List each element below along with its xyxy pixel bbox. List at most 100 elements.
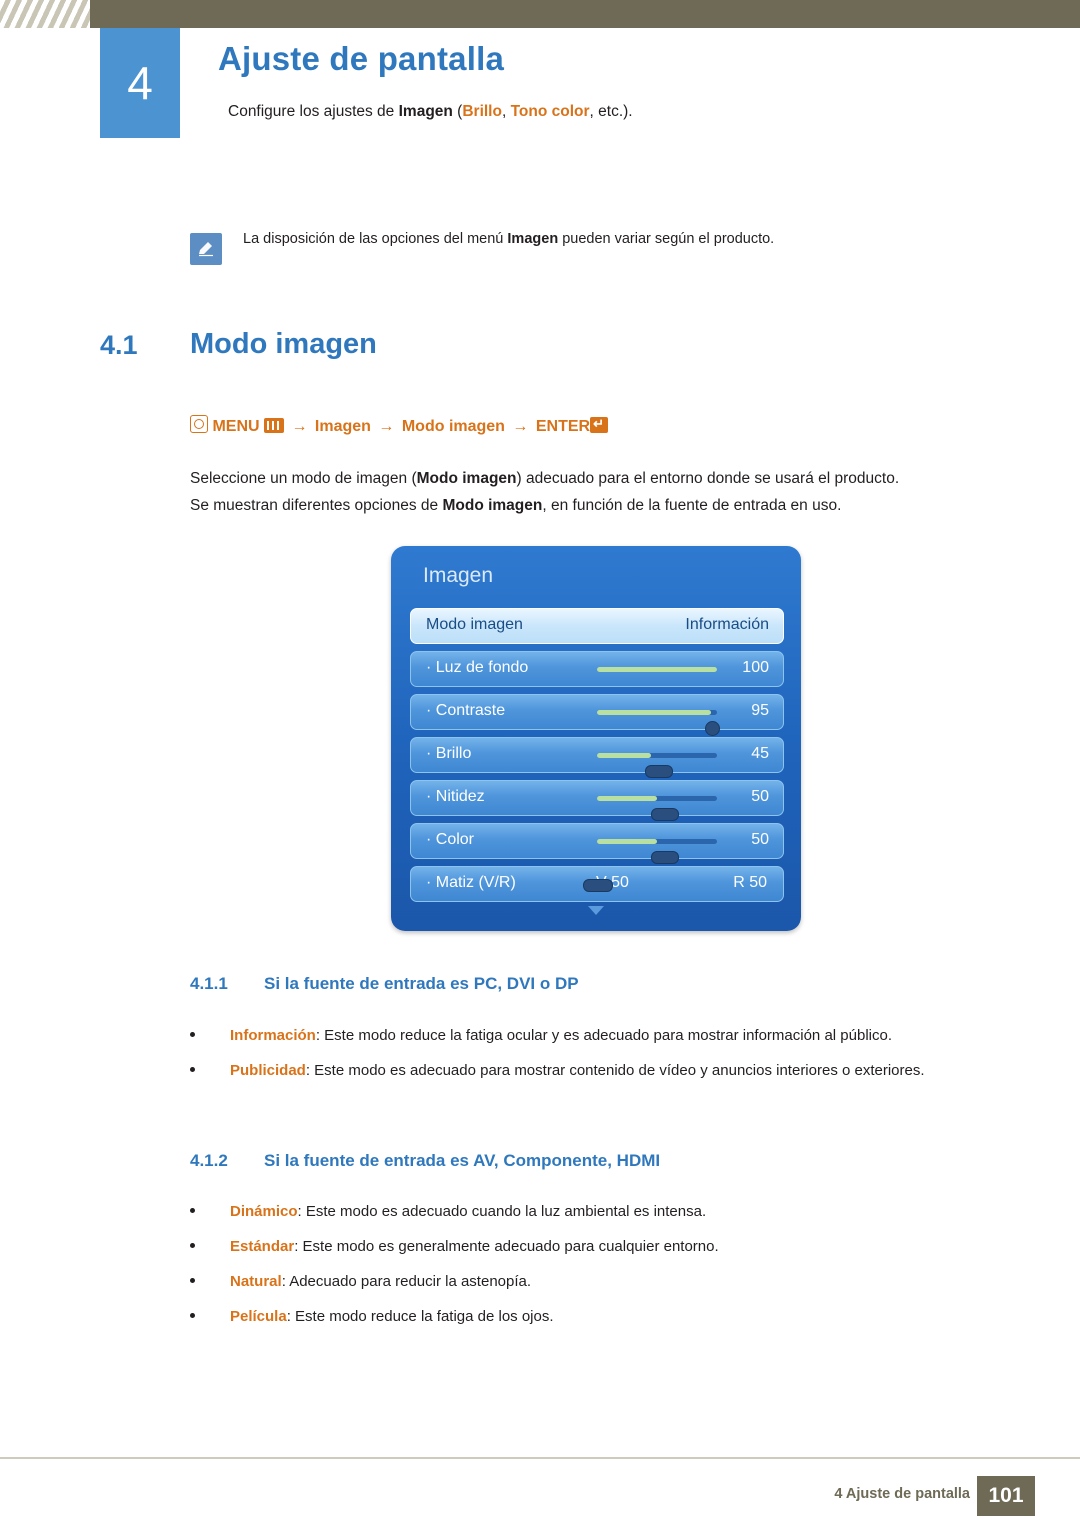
osd-label-luz-de-fondo: · Luz de fondo	[426, 659, 529, 676]
chapter-sub-bold-brillo: Brillo	[462, 103, 502, 120]
osd-slider-knob[interactable]	[705, 721, 720, 736]
section-number: 4.1	[100, 330, 138, 360]
osd-value-luz-de-fondo: 100	[742, 659, 769, 676]
osd-row-contraste[interactable]: · Contraste 95	[410, 694, 784, 736]
osd-slider-knob[interactable]	[651, 808, 679, 821]
osd-value-brillo: 45	[751, 745, 769, 762]
subsection-4-1-2-title: Si la fuente de entrada es AV, Component…	[264, 1151, 661, 1170]
bullet-text: Información: Este modo reduce la fatiga …	[230, 1024, 1020, 1048]
note-text-pre: La disposición de las opciones del menú	[243, 231, 508, 247]
osd-row-modo-imagen[interactable]: Modo imagen Información	[410, 608, 784, 644]
osd-slider-knob[interactable]	[645, 765, 673, 778]
osd-slider-knob[interactable]	[651, 851, 679, 864]
bullet-term: Natural	[230, 1273, 282, 1290]
bullet-dot	[190, 1278, 195, 1283]
bullet-dot	[190, 1313, 195, 1318]
list-item: Publicidad: Este modo es adecuado para m…	[190, 1059, 1020, 1083]
header-band	[0, 0, 1080, 28]
menu-path-breadcrumb: MENU → Imagen → Modo imagen → ENTER	[190, 415, 890, 443]
note-text: La disposición de las opciones del menú …	[243, 231, 943, 247]
subsection-4-1-1-heading: 4.1.1 Si la fuente de entrada es PC, DVI …	[190, 974, 579, 994]
bullet-dot	[190, 1032, 195, 1037]
note-text-bold: Imagen	[507, 231, 559, 247]
intro-paragraph-2: Se muestran diferentes opciones de Modo …	[190, 493, 1020, 518]
osd-value-modo-imagen: Información	[685, 616, 769, 633]
p2-pre: Se muestran diferentes opciones de	[190, 497, 443, 514]
bullet-body: : Este modo es adecuado cuando la luz am…	[297, 1203, 707, 1220]
list-item: Película: Este modo reduce la fatiga de …	[190, 1305, 1020, 1329]
menu-path-menu-label: MENU	[212, 418, 260, 435]
menu-button-icon	[190, 415, 208, 433]
osd-label-contraste: · Contraste	[426, 702, 506, 719]
enter-key-icon	[590, 416, 609, 433]
section-title: Modo imagen	[190, 328, 377, 360]
bullet-term: Publicidad	[230, 1062, 306, 1079]
p1-bold: Modo imagen	[416, 470, 517, 487]
chapter-sub-bold-tonocolor: Tono color	[510, 103, 590, 120]
subsection-4-1-2-heading: 4.1.2 Si la fuente de entrada es AV, Comp…	[190, 1151, 660, 1171]
osd-scroll-down-arrow-icon[interactable]	[588, 906, 604, 915]
menu-path-arrow-1: →	[291, 418, 308, 435]
bullet-dot	[190, 1208, 195, 1213]
bullet-term: Película	[230, 1308, 287, 1325]
bullet-dot	[190, 1243, 195, 1248]
osd-label-nitidez: · Nitidez	[426, 788, 485, 805]
osd-value-nitidez: 50	[751, 788, 769, 805]
note-pencil-icon	[190, 233, 222, 265]
osd-matiz-knob[interactable]	[583, 879, 613, 892]
osd-slider-brillo[interactable]	[597, 753, 717, 778]
list-item: Información: Este modo reduce la fatiga …	[190, 1024, 1020, 1048]
menu-path-enter-label: ENTER	[535, 418, 591, 435]
osd-label-brillo: · Brillo	[426, 745, 472, 762]
osd-slider-contraste[interactable]	[597, 710, 720, 736]
p2-bold: Modo imagen	[442, 497, 543, 514]
chapter-number-box: 4	[100, 28, 180, 138]
osd-slider-fill	[597, 839, 657, 844]
osd-slider-color[interactable]	[597, 839, 717, 864]
p1-pre: Seleccione un modo de imagen (	[190, 470, 417, 487]
header-hatch-decoration	[0, 0, 90, 28]
menu-path-arrow-3: →	[512, 418, 529, 435]
menu-path-item-modo-imagen: Modo imagen	[401, 418, 505, 435]
bullet-dot	[190, 1067, 195, 1072]
chapter-sub-pre: Configure los ajustes de	[228, 103, 399, 120]
osd-slider-fill	[597, 667, 717, 672]
bullet-body: : Este modo es adecuado para mostrar con…	[305, 1062, 925, 1079]
osd-row-brillo[interactable]: · Brillo 45	[410, 737, 784, 778]
osd-label-matiz: · Matiz (V/R)	[426, 874, 516, 891]
chapter-number: 4	[127, 57, 153, 109]
osd-row-matiz[interactable]: · Matiz (V/R) V 50 R 50	[410, 866, 784, 902]
menu-path-arrow-2: →	[378, 418, 395, 435]
osd-slider-nitidez[interactable]	[597, 796, 717, 821]
p2-post: , en función de la fuente de entrada en …	[542, 497, 842, 514]
p1-post: ) adecuado para el entorno donde se usar…	[516, 470, 900, 487]
chapter-sub-mid: (	[452, 103, 463, 120]
subsection-4-1-2-number: 4.1.2	[190, 1151, 228, 1170]
bullet-term: Información	[230, 1027, 316, 1044]
bullet-text: Natural: Adecuado para reducir la asteno…	[230, 1270, 1020, 1294]
chapter-sub-post: , etc.).	[589, 103, 633, 120]
osd-value-color: 50	[751, 831, 769, 848]
osd-row-color[interactable]: · Color 50	[410, 823, 784, 864]
bullet-body: : Adecuado para reducir la astenopía.	[281, 1273, 532, 1290]
osd-label-modo-imagen: Modo imagen	[426, 616, 523, 633]
osd-row-luz-de-fondo[interactable]: · Luz de fondo 100	[410, 651, 784, 687]
osd-value-matiz-r: R 50	[733, 874, 767, 891]
bullet-term: Dinámico	[230, 1203, 298, 1220]
list-item: Dinámico: Este modo es adecuado cuando l…	[190, 1200, 1020, 1224]
note-text-post: pueden variar según el producto.	[558, 231, 775, 247]
chapter-sub-sep: ,	[501, 103, 511, 120]
osd-row-nitidez[interactable]: · Nitidez 50	[410, 780, 784, 821]
osd-slider-fill	[597, 796, 657, 801]
chapter-subtitle: Configure los ajustes de Imagen (Brillo,…	[228, 103, 633, 121]
chapter-sub-bold-imagen: Imagen	[398, 103, 453, 120]
subsection-4-1-1-number: 4.1.1	[190, 974, 228, 993]
menu-path-item-imagen: Imagen	[314, 418, 371, 435]
osd-slider-luz-de-fondo[interactable]	[597, 667, 717, 672]
osd-title: Imagen	[423, 564, 494, 587]
bullet-text: Película: Este modo reduce la fatiga de …	[230, 1305, 1020, 1329]
osd-slider-fill	[597, 710, 711, 715]
bullet-text: Estándar: Este modo es generalmente adec…	[230, 1235, 1020, 1259]
bullet-body: : Este modo reduce la fatiga de los ojos…	[286, 1308, 554, 1325]
intro-paragraph-1: Seleccione un modo de imagen (Modo image…	[190, 466, 1020, 491]
